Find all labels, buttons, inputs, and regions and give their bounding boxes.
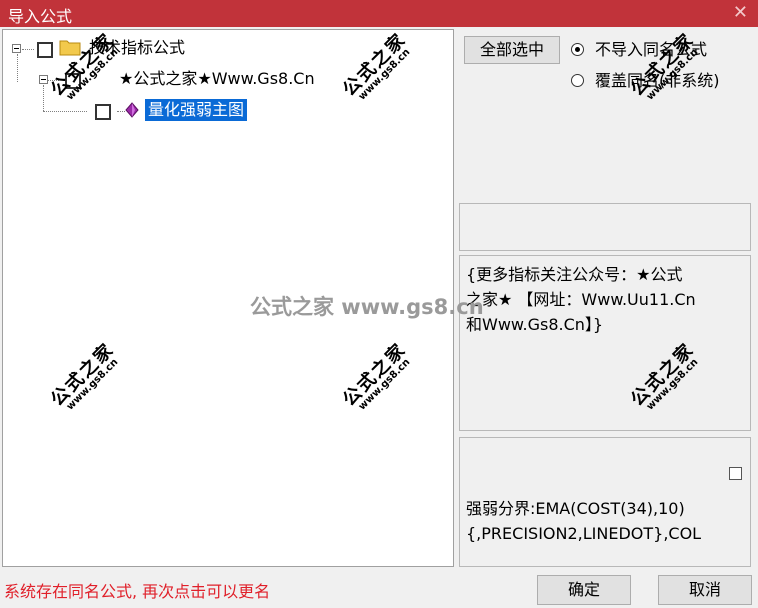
title-bar: 导入公式 ✕ — [0, 0, 758, 27]
tree-child-label[interactable]: ★公式之家★Www.Gs8.Cn — [119, 68, 315, 90]
tree-collapse-toggle[interactable] — [12, 44, 21, 53]
description-line: {更多指标关注公众号：★公式 — [466, 265, 683, 284]
tree-child-checkbox[interactable] — [65, 73, 81, 89]
formula-description: {更多指标关注公众号：★公式 之家★ 【网址：Www.Uu11.Cn 和Www.… — [466, 262, 748, 337]
formula-source: 强弱分界:EMA(COST(34),10) {,PRECISION2,LINED… — [466, 496, 748, 546]
tree-connector — [47, 80, 59, 81]
folder-icon — [59, 40, 81, 56]
description-line: 之家★ 【网址：Www.Uu11.Cn — [466, 290, 696, 309]
tree-connector — [117, 111, 125, 112]
radio-label: 不导入同名公式 — [595, 40, 708, 59]
formula-line: 强弱分界:EMA(COST(34),10) — [466, 499, 685, 518]
cancel-button[interactable]: 取消 — [658, 575, 752, 605]
formula-gem-icon — [125, 102, 139, 118]
formula-tree[interactable]: 技术指标公式 ★公式之家★Www.Gs8.Cn 量化强弱主图 — [2, 29, 454, 567]
tree-leaf-checkbox[interactable] — [95, 104, 111, 120]
tree-root-checkbox[interactable] — [37, 42, 53, 58]
ok-button[interactable]: 确定 — [537, 575, 631, 605]
radio-button[interactable] — [571, 74, 584, 87]
description-line: 和Www.Gs8.Cn】} — [466, 315, 604, 334]
radio-button[interactable] — [571, 43, 584, 56]
formula-option-checkbox[interactable] — [729, 467, 742, 480]
tree-root-label[interactable]: 技术指标公式 — [89, 37, 185, 59]
window-title: 导入公式 — [8, 7, 73, 26]
tree-connector — [17, 54, 18, 82]
tree-connector — [22, 49, 34, 50]
name-field-panel[interactable] — [459, 203, 751, 251]
tree-leaf-label[interactable]: 量化强弱主图 — [145, 99, 248, 121]
radio-label: 覆盖同名(非系统) — [595, 71, 720, 90]
formula-line: {,PRECISION2,LINEDOT},COL — [466, 524, 702, 543]
tree-collapse-toggle[interactable] — [39, 75, 48, 84]
tree-connector — [43, 111, 87, 112]
status-message: 系统存在同名公式, 再次点击可以更名 — [4, 582, 271, 601]
select-all-button[interactable]: 全部选中 — [464, 36, 560, 64]
tree-connector — [43, 85, 44, 111]
close-icon[interactable]: ✕ — [733, 2, 748, 23]
